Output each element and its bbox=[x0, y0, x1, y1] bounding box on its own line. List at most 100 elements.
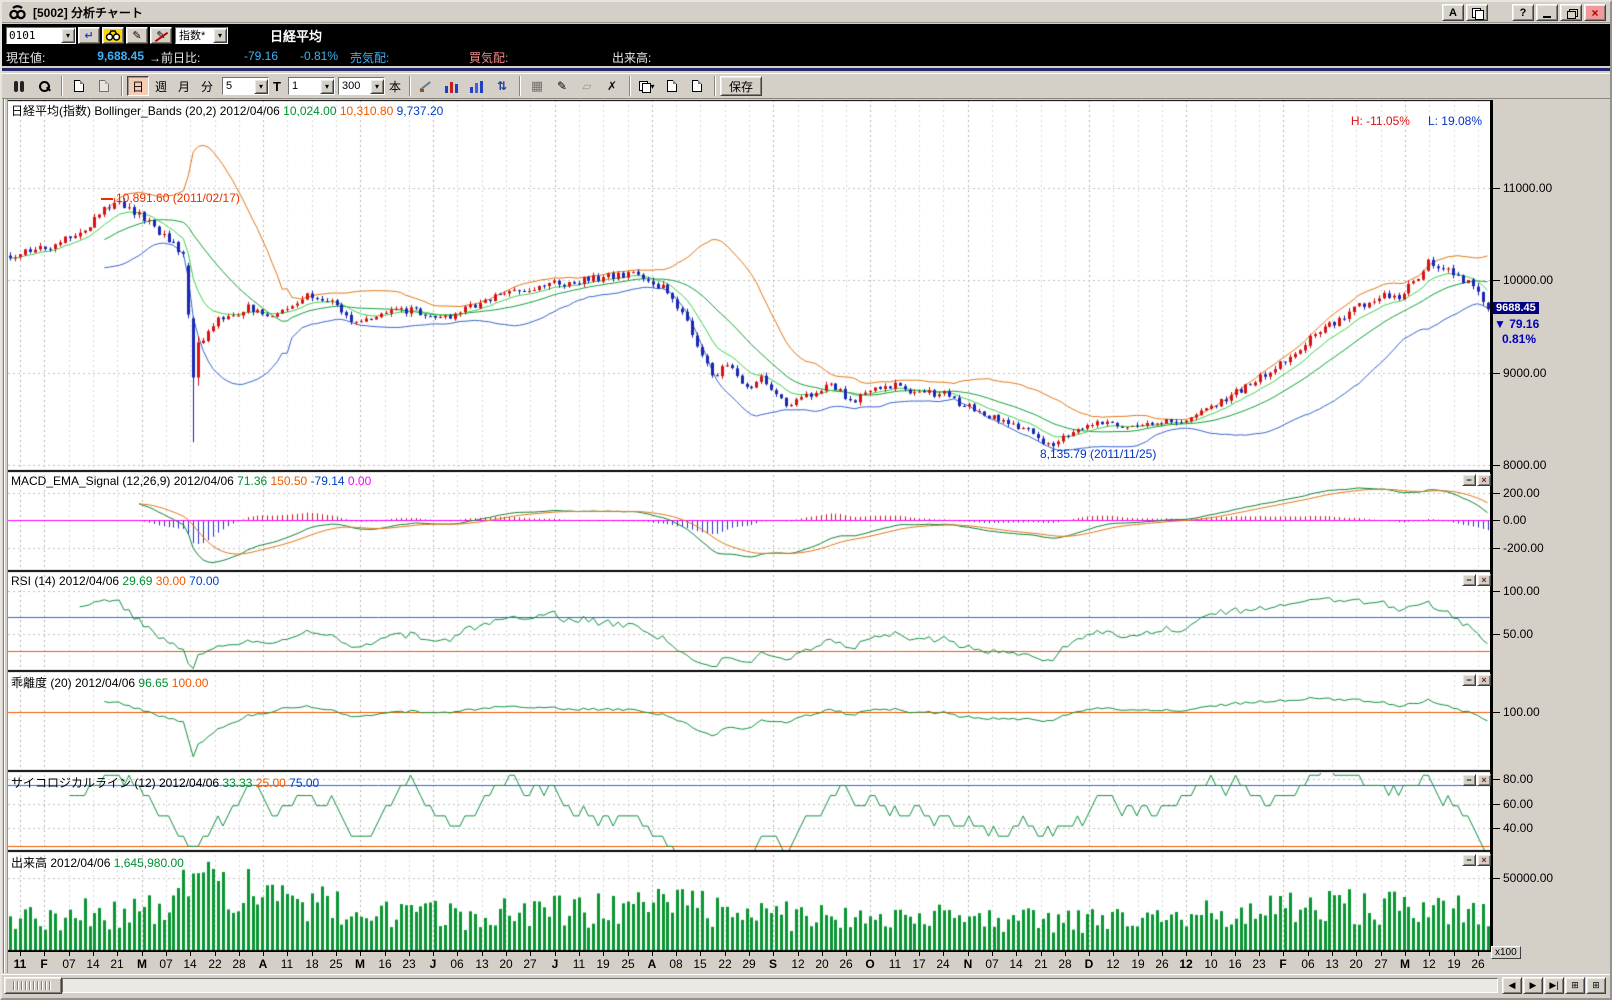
panel-close-button[interactable]: × bbox=[1477, 674, 1491, 686]
period-weekly-button[interactable]: 週 bbox=[150, 76, 172, 96]
trendline-icon bbox=[420, 80, 433, 93]
y-axis-tick bbox=[1490, 548, 1500, 549]
scroll-last-button[interactable]: ▶| bbox=[1544, 977, 1564, 994]
window-copy-button[interactable]: ▾ bbox=[634, 76, 659, 96]
dual-chart-icon bbox=[13, 80, 26, 93]
y-axis-tick bbox=[1490, 493, 1500, 494]
copy-window-button[interactable] bbox=[1466, 4, 1488, 21]
panel-close-button[interactable]: × bbox=[1477, 774, 1491, 786]
toolbar-separator bbox=[518, 76, 521, 96]
down-triangle-icon: ▼ bbox=[1494, 317, 1510, 331]
chart-overlay: 日経平均(指数) Bollinger_Bands (20,2) 2012/04/… bbox=[0, 99, 1612, 973]
delete-drawing-button[interactable]: ✗ bbox=[599, 76, 624, 96]
panel-dev-header: 乖離度 (20) 2012/04/06 96.65 100.00 bbox=[11, 674, 208, 691]
page-icon bbox=[99, 80, 109, 92]
panel-minimize-button[interactable]: − bbox=[1462, 674, 1476, 686]
y-axis-label: 60.00 bbox=[1503, 797, 1534, 811]
panel-minimize-button[interactable]: − bbox=[1462, 574, 1476, 586]
period-daily-button[interactable]: 日 bbox=[127, 76, 149, 96]
minimize-button[interactable] bbox=[1536, 4, 1558, 21]
current-price-label: 現在値: bbox=[6, 51, 46, 65]
bar-chart-icon bbox=[470, 80, 484, 93]
page-print-button[interactable] bbox=[684, 76, 709, 96]
chevron-down-icon[interactable]: ▾ bbox=[369, 78, 384, 94]
grid-layout-button[interactable]: ⊞ bbox=[1565, 977, 1585, 994]
y-axis-label: 200.00 bbox=[1503, 486, 1540, 500]
y-axis-tick bbox=[1490, 712, 1500, 713]
change-percent: -0.81% bbox=[300, 49, 339, 63]
toolbar-separator bbox=[628, 76, 631, 96]
ma-period-select[interactable]: 5 ▾ bbox=[222, 77, 269, 95]
trendline-button[interactable] bbox=[414, 76, 439, 96]
grid-button[interactable]: ▦ bbox=[524, 76, 549, 96]
y-axis-label: 10000.00 bbox=[1503, 273, 1554, 287]
sort-arrows-button[interactable]: ⇅ bbox=[489, 76, 514, 96]
bar-chart-red-button[interactable] bbox=[439, 76, 464, 96]
bars-count-select[interactable]: 300 ▾ bbox=[337, 77, 385, 95]
price-change-percent: 0.81% bbox=[1502, 332, 1537, 346]
panel-minimize-button[interactable]: − bbox=[1462, 854, 1476, 866]
restore-button[interactable] bbox=[1560, 4, 1582, 21]
interval-select[interactable]: 1 ▾ bbox=[287, 77, 335, 95]
page-icon bbox=[691, 80, 702, 92]
pencil-icon: ✎ bbox=[556, 79, 567, 93]
bar-chart-blue-button[interactable] bbox=[464, 76, 489, 96]
toolbar-separator bbox=[61, 76, 63, 96]
scrollbar-thumb[interactable] bbox=[4, 977, 62, 994]
panel-vol-title-segment: 出来高 2012/04/06 bbox=[11, 856, 114, 870]
panel-minimize-button[interactable]: − bbox=[1462, 474, 1476, 486]
panel-vol-header: 出来高 2012/04/06 1,645,980.00 bbox=[11, 854, 184, 871]
close-button[interactable]: × bbox=[1584, 4, 1606, 21]
memo-edit-button[interactable]: ✎ bbox=[126, 26, 148, 44]
code-input[interactable] bbox=[7, 28, 61, 42]
eraser-icon: ▱ bbox=[582, 79, 592, 93]
memo-clear-button[interactable]: ✎ bbox=[150, 26, 172, 44]
panel-close-button[interactable]: × bbox=[1477, 474, 1491, 486]
panel-macd-title-segment: 71.36 bbox=[237, 474, 271, 488]
annotation-marker bbox=[101, 198, 114, 200]
toolbar-separator bbox=[121, 76, 123, 96]
draw-pencil-button[interactable]: ✎ bbox=[549, 76, 574, 96]
enter-button[interactable]: ↵ bbox=[78, 26, 100, 44]
page-capture-button[interactable] bbox=[659, 76, 684, 96]
panel-main-title-segment: 10,024.00 bbox=[283, 104, 340, 118]
panel-close-button[interactable]: × bbox=[1477, 854, 1491, 866]
chart-annotation: 10,891.60 (2011/02/17) bbox=[116, 191, 240, 205]
panel-close-button[interactable]: × bbox=[1477, 574, 1491, 586]
chevron-down-icon[interactable]: ▾ bbox=[254, 78, 268, 94]
y-axis-tick bbox=[1490, 280, 1500, 281]
copy-page-button[interactable] bbox=[67, 76, 91, 96]
period-monthly-button[interactable]: 月 bbox=[173, 76, 195, 96]
code-dropdown-button[interactable]: ▾ bbox=[61, 27, 75, 43]
y-axis-label: 50000.00 bbox=[1503, 871, 1554, 885]
y-axis-label: 11000.00 bbox=[1503, 181, 1553, 195]
paste-page-button[interactable] bbox=[92, 76, 116, 96]
category-select[interactable]: 指数* ▾ bbox=[175, 26, 228, 44]
grid-layout-alt-button[interactable]: ⊞ bbox=[1586, 977, 1606, 994]
font-button[interactable]: A bbox=[1442, 4, 1464, 21]
app-logo-icon bbox=[9, 4, 26, 19]
y-axis-tick bbox=[1490, 878, 1500, 879]
panel-minimize-button[interactable]: − bbox=[1462, 774, 1476, 786]
scroll-left-button[interactable]: ◀ bbox=[1502, 977, 1522, 994]
period-minute-button[interactable]: 分 bbox=[196, 76, 218, 96]
zoom-button[interactable] bbox=[32, 76, 56, 96]
category-dropdown-button[interactable]: ▾ bbox=[213, 27, 227, 43]
help-button[interactable]: ? bbox=[1512, 4, 1534, 21]
bars-unit-label: 本 bbox=[388, 79, 401, 94]
search-button[interactable] bbox=[102, 26, 124, 44]
high-low-readout: H: -11.05% L: 19.08% bbox=[1098, 114, 1482, 128]
y-axis-tick bbox=[1490, 373, 1500, 374]
save-button[interactable]: 保存 bbox=[719, 76, 762, 96]
panel-psy-title-segment: 33.33 bbox=[222, 776, 256, 790]
scrollbar-track[interactable] bbox=[62, 978, 1498, 993]
copy-icon bbox=[1472, 7, 1484, 20]
scroll-right-button[interactable]: ▶ bbox=[1523, 977, 1543, 994]
current-price-value: 9,688.45 bbox=[97, 49, 144, 63]
title-bar: [5002] 分析チャート A ? × bbox=[2, 2, 1610, 23]
dual-chart-button[interactable] bbox=[7, 76, 31, 96]
chevron-down-icon[interactable]: ▾ bbox=[319, 78, 334, 94]
page-icon bbox=[74, 80, 84, 92]
panel-rsi-title-segment: 29.69 bbox=[122, 574, 156, 588]
eraser-button[interactable]: ▱ bbox=[574, 76, 599, 96]
